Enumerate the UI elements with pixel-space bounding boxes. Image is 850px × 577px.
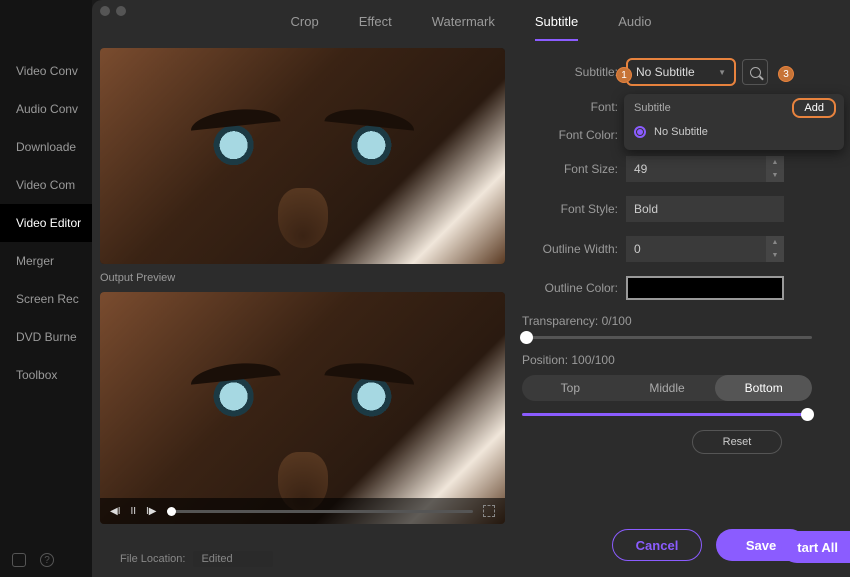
sidebar-item-video-com[interactable]: Video Com	[0, 166, 92, 204]
editor-modal: Crop Effect Watermark Subtitle Audio Out…	[92, 0, 850, 577]
tab-effect[interactable]: Effect	[359, 14, 392, 41]
outline-width-label: Outline Width:	[522, 242, 626, 256]
subtitle-select[interactable]: No Subtitle ▼	[626, 58, 736, 86]
sidebar-item-dvd-burner[interactable]: DVD Burne	[0, 318, 92, 356]
position-slider[interactable]	[522, 413, 812, 416]
transparency-slider[interactable]	[522, 336, 812, 339]
sidebar-item-toolbox[interactable]: Toolbox	[0, 356, 92, 394]
tab-audio[interactable]: Audio	[618, 14, 651, 41]
editor-tabs: Crop Effect Watermark Subtitle Audio	[92, 0, 850, 41]
source-preview	[100, 48, 505, 264]
search-icon	[750, 67, 761, 78]
sidebar-item-audio-conv[interactable]: Audio Conv	[0, 90, 92, 128]
font-label: Font:	[522, 100, 626, 114]
font-style-input[interactable]	[626, 196, 784, 222]
tab-watermark[interactable]: Watermark	[432, 14, 495, 41]
playback-bar: ◀I II I▶	[100, 498, 505, 524]
subtitle-option-none[interactable]: No Subtitle	[634, 122, 834, 142]
chevron-down-icon: ▼	[718, 68, 726, 77]
position-buttons: Top Middle Bottom	[522, 375, 812, 401]
outline-width-input[interactable]	[626, 236, 766, 262]
fullscreen-icon[interactable]	[483, 505, 495, 517]
prev-frame-icon[interactable]: ◀I	[110, 506, 120, 517]
sidebar-item-screen-rec[interactable]: Screen Rec	[0, 280, 92, 318]
subtitle-label: Subtitle:	[522, 65, 626, 79]
position-label: Position: 100/100	[522, 353, 842, 367]
outline-color-label: Outline Color:	[522, 281, 626, 295]
font-size-stepper[interactable]: ▲▼	[766, 156, 784, 182]
pause-icon[interactable]: II	[130, 506, 136, 517]
output-preview-label: Output Preview	[100, 272, 175, 284]
tab-subtitle[interactable]: Subtitle	[535, 14, 578, 41]
sidebar: Video Conv Audio Conv Downloade Video Co…	[0, 0, 92, 577]
sidebar-item-downloader[interactable]: Downloade	[0, 128, 92, 166]
font-color-label: Font Color:	[522, 128, 626, 142]
file-location: File Location: Edited	[120, 551, 273, 567]
subtitle-select-value: No Subtitle	[636, 65, 695, 79]
font-style-label: Font Style:	[522, 202, 626, 216]
outline-color-swatch[interactable]	[626, 276, 784, 300]
sidebar-item-merger[interactable]: Merger	[0, 242, 92, 280]
position-middle[interactable]: Middle	[619, 375, 716, 401]
next-frame-icon[interactable]: I▶	[146, 506, 156, 517]
sidebar-item-video-conv[interactable]: Video Conv	[0, 52, 92, 90]
file-location-value[interactable]: Edited	[193, 551, 272, 567]
help-icon[interactable]: ?	[40, 553, 54, 567]
position-top[interactable]: Top	[522, 375, 619, 401]
modal-actions: Cancel Save	[612, 529, 806, 561]
subtitle-search-button[interactable]	[742, 59, 768, 85]
tab-crop[interactable]: Crop	[291, 14, 319, 41]
sidebar-item-video-editor[interactable]: Video Editor	[0, 204, 92, 242]
annotation-badge-3: 3	[778, 66, 794, 82]
playback-track[interactable]	[167, 510, 474, 513]
window-controls[interactable]	[100, 6, 126, 16]
book-icon[interactable]	[12, 553, 26, 567]
radio-on-icon	[634, 126, 646, 138]
position-bottom[interactable]: Bottom	[715, 375, 812, 401]
reset-button[interactable]: Reset	[692, 430, 782, 454]
start-all-button[interactable]: tart All	[781, 531, 850, 563]
subtitle-add-button[interactable]: Add	[792, 98, 836, 118]
transparency-label: Transparency: 0/100	[522, 314, 842, 328]
file-location-label: File Location:	[120, 553, 185, 565]
font-size-label: Font Size:	[522, 162, 626, 176]
output-preview: ◀I II I▶	[100, 292, 505, 524]
subtitle-option-label: No Subtitle	[654, 126, 708, 138]
outline-width-stepper[interactable]: ▲▼	[766, 236, 784, 262]
subtitle-dropdown: Add Subtitle No Subtitle	[624, 94, 844, 150]
annotation-badge-1: 1	[616, 67, 632, 83]
font-size-input[interactable]	[626, 156, 766, 182]
cancel-button[interactable]: Cancel	[612, 529, 702, 561]
